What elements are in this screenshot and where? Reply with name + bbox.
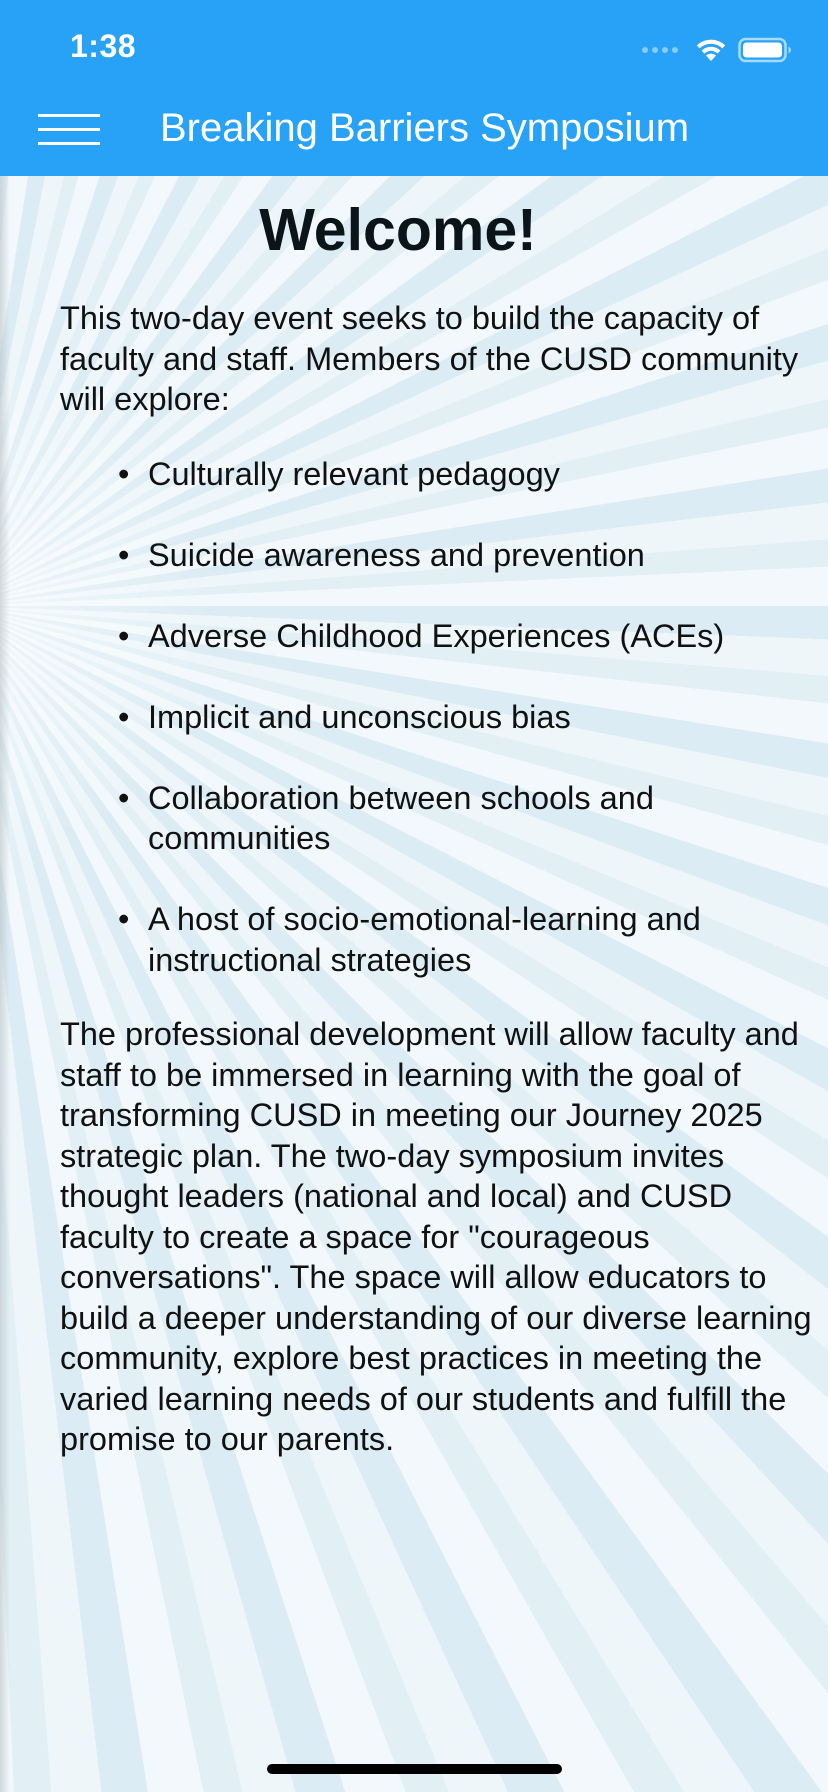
list-item: • Adverse Childhood Experiences (ACEs) [60,616,820,657]
app-title: Breaking Barriers Symposium [160,106,690,150]
list-item: • A host of socio-emotional-learning and … [60,899,820,980]
cellular-signal-icon [642,47,678,53]
topic-list: • Culturally relevant pedagogy • Suicide a… [60,454,820,981]
topic-label: Suicide awareness and prevention [148,536,645,573]
topic-label: Adverse Childhood Experiences (ACEs) [148,617,725,654]
bullet-icon: • [118,617,130,654]
wifi-icon [696,39,726,61]
topic-label: Collaboration between schools and commun… [148,779,654,857]
app-screen: 1:38 Breaking Barriers Symposium Welcome… [0,0,828,1792]
hamburger-menu-icon[interactable] [38,112,100,148]
list-item: • Culturally relevant pedagogy [60,454,820,495]
bullet-icon: • [118,698,130,735]
list-item: • Implicit and unconscious bias [60,697,820,738]
welcome-content: Welcome! This two-day event seeks to bui… [60,196,820,1460]
closing-paragraph: The professional development will allow … [60,1016,812,1457]
status-icons [642,36,792,64]
home-indicator[interactable] [267,1764,562,1774]
app-bar: 1:38 Breaking Barriers Symposium [0,0,828,176]
bullet-icon: • [118,455,130,492]
list-item: • Suicide awareness and prevention [60,535,820,576]
battery-icon [738,37,791,63]
topic-label: A host of socio-emotional-learning and i… [148,901,701,978]
bullet-icon: • [118,779,130,816]
status-time: 1:38 [70,28,137,64]
intro-paragraph: This two-day event seeks to build the ca… [60,300,799,417]
bullet-icon: • [118,536,130,573]
welcome-heading: Welcome! [259,197,537,263]
topic-label: Implicit and unconscious bias [148,698,571,735]
bullet-icon: • [118,901,130,937]
list-item: • Collaboration between schools and commu… [60,778,820,859]
topic-label: Culturally relevant pedagogy [148,455,560,492]
